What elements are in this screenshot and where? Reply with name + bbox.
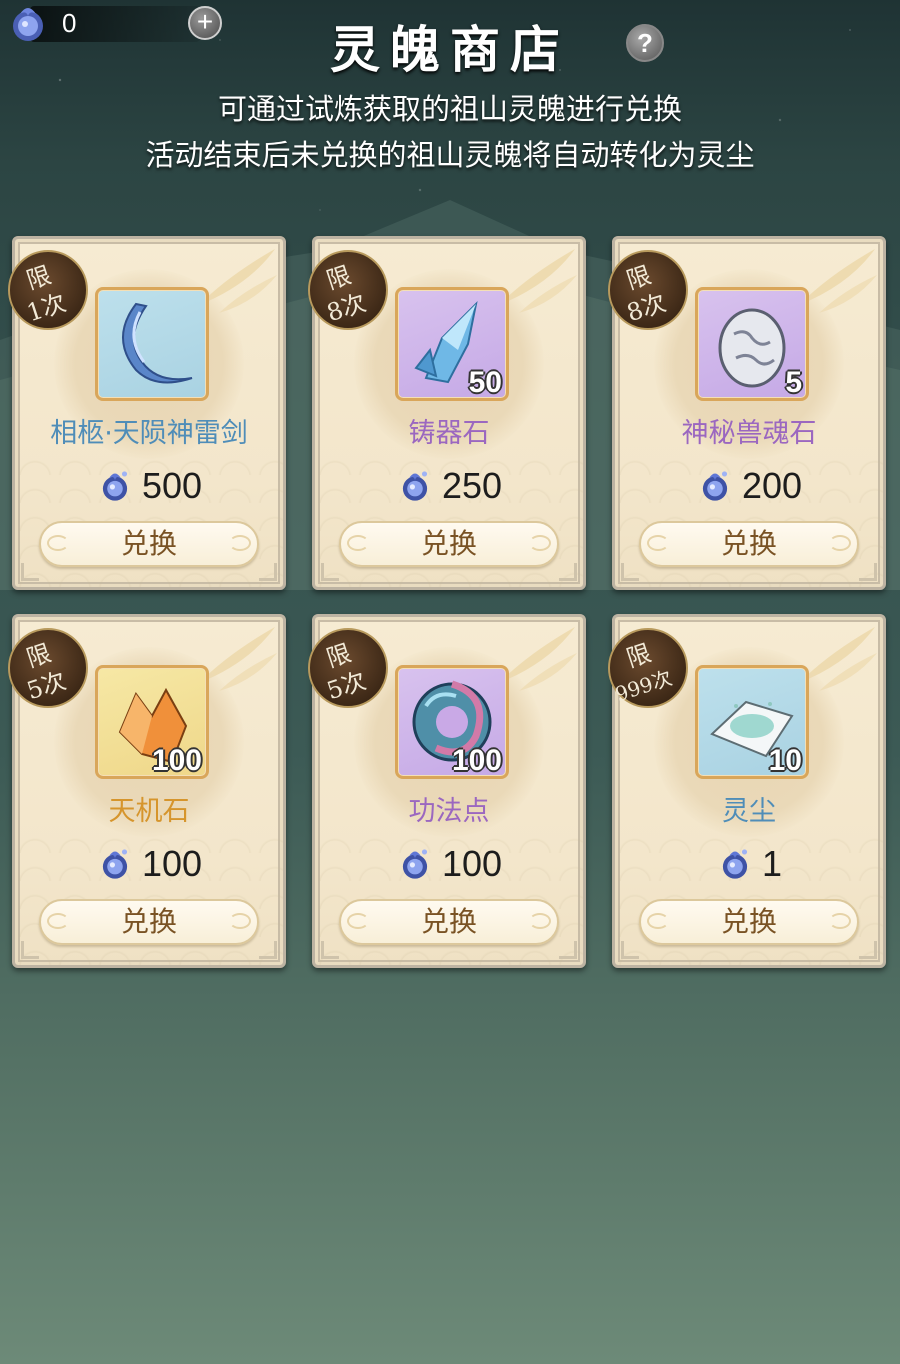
exchange-button-label: 兑换 [120,527,177,560]
item-price: 500 [15,465,283,507]
item-icon-frame[interactable]: 10 [695,665,809,779]
swirl-decoration [229,913,251,929]
item-icon-frame[interactable]: 100 [395,665,509,779]
swirl-decoration [347,535,369,551]
corner-ornament [859,563,877,581]
exchange-button-label: 兑换 [720,527,777,560]
price-value: 200 [741,465,803,506]
item-count: 50 [468,366,502,399]
exchange-button-label: 兑换 [120,905,177,938]
limit-label-bottom: 5次 [23,666,70,706]
item-icon-frame[interactable]: 5 [695,287,809,401]
corner-ornament [21,563,39,581]
exchange-button[interactable]: 兑换 [339,899,559,945]
notice-line-1: 可通过试炼获取的祖山灵魄进行兑换 [217,92,682,126]
item-count: 5 [785,366,802,399]
corner-ornament [21,941,39,959]
item-price: 100 [15,843,283,885]
item-count: 100 [151,744,202,777]
swirl-decoration [829,913,851,929]
purchase-limit-badge: 限 8次 [308,250,388,330]
soul-currency-icon [102,471,128,501]
swirl-decoration [347,913,369,929]
exchange-button[interactable]: 兑换 [39,521,259,567]
exchange-button-label: 兑换 [420,527,477,560]
swirl-decoration [647,913,669,929]
price-value: 500 [141,465,203,506]
corner-ornament [321,941,339,959]
corner-ornament [259,563,277,581]
limit-label-bottom: 8次 [323,288,370,328]
item-price: 100 [315,843,583,885]
purchase-limit-badge: 限 999次 [608,628,688,708]
item-name: 天机石 [108,796,190,827]
swirl-decoration [229,535,251,551]
notice-line-2: 活动结束后未兑换的祖山灵魄将自动转化为灵尘 [145,138,755,172]
swirl-decoration [647,535,669,551]
item-name: 灵尘 [722,796,776,827]
price-value: 100 [141,843,203,884]
soul-currency-icon [402,471,428,501]
purchase-limit-badge: 限 5次 [8,628,88,708]
item-name: 功法点 [408,796,490,827]
corner-ornament [321,563,339,581]
price-value: 1 [761,843,783,884]
swirl-decoration [829,535,851,551]
corner-ornament [559,941,577,959]
price-value: 100 [441,843,503,884]
limit-label-bottom: 999次 [612,665,675,707]
exchange-button[interactable]: 兑换 [39,899,259,945]
limit-label-bottom: 5次 [323,666,370,706]
purchase-limit-badge: 限 1次 [8,250,88,330]
page-title: 灵魄商店 [330,20,570,79]
item-name: 相柩·天陨神雷剑 [50,418,248,449]
soul-currency-icon [102,849,128,879]
item-icon-frame[interactable]: 100 [95,665,209,779]
swirl-decoration [529,913,551,929]
soul-currency-icon [702,471,728,501]
item-name: 铸器石 [408,418,490,449]
item-count: 10 [768,744,802,777]
exchange-button[interactable]: 兑换 [339,521,559,567]
exchange-button[interactable]: 兑换 [639,899,859,945]
purchase-limit-badge: 限 8次 [608,250,688,330]
swirl-decoration [529,535,551,551]
item-price: 1 [615,843,883,885]
corner-ornament [621,941,639,959]
soul-currency-icon [722,849,748,879]
item-name: 神秘兽魂石 [681,418,817,449]
help-button[interactable]: ? [626,24,664,62]
item-icon-frame[interactable]: 50 [395,287,509,401]
exchange-button-label: 兑换 [420,905,477,938]
soul-currency-icon [402,849,428,879]
corner-ornament [259,941,277,959]
crescent-blade-icon [122,302,193,384]
corner-ornament [621,563,639,581]
exchange-button-label: 兑换 [720,905,777,938]
item-icon-frame[interactable] [95,287,209,401]
exchange-button[interactable]: 兑换 [639,521,859,567]
purchase-limit-badge: 限 5次 [308,628,388,708]
price-value: 250 [441,465,503,506]
limit-label-bottom: 8次 [623,288,670,328]
item-price: 200 [615,465,883,507]
item-price: 250 [315,465,583,507]
swirl-decoration [47,535,69,551]
corner-ornament [559,563,577,581]
limit-label-bottom: 1次 [23,288,70,328]
item-count: 100 [451,744,502,777]
corner-ornament [859,941,877,959]
swirl-decoration [47,913,69,929]
